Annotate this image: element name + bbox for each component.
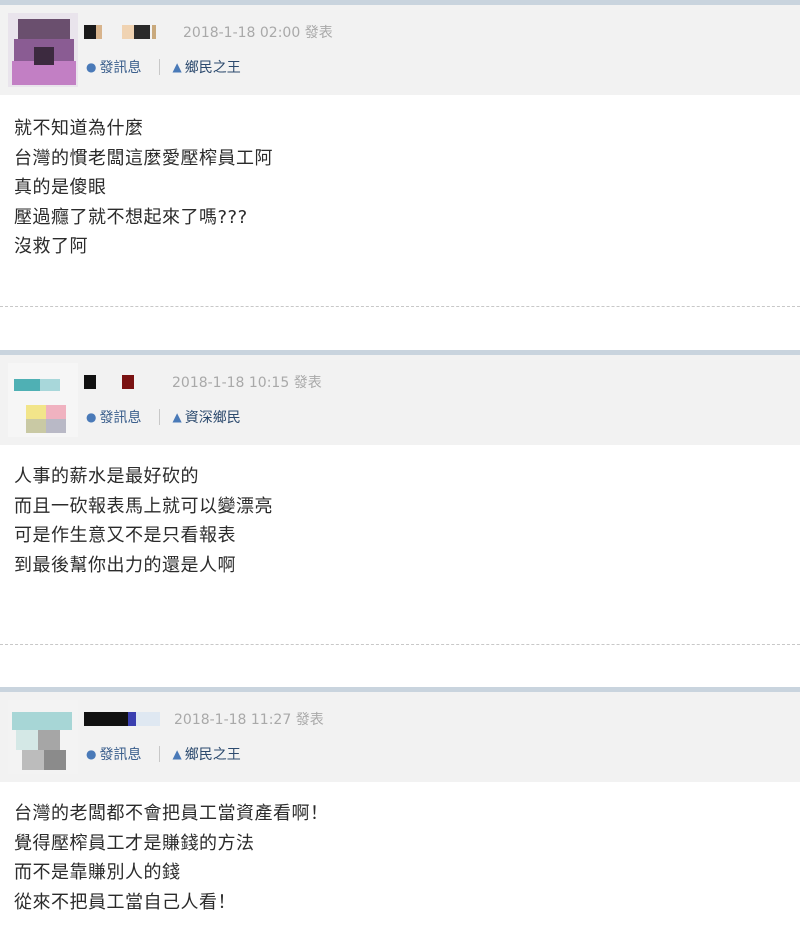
post-line: 台灣的老闆都不會把員工當資產看啊！ (14, 803, 329, 824)
post-divider (0, 644, 800, 645)
post-line: 台灣的慣老闆這麼愛壓榨員工阿 (14, 147, 273, 169)
divider (159, 59, 161, 75)
post-timestamp: 2018-1-18 02:00 發表 (183, 25, 333, 41)
avatar[interactable] (8, 700, 78, 774)
user-actions: ● 發訊息 ▲ 資深鄉民 (86, 407, 241, 427)
post-2: 2018-1-18 10:15 發表 ● 發訊息 ▲ 資深鄉民 人事的薪水是最好… (0, 350, 800, 690)
user-rank: 鄉民之王 (184, 747, 241, 763)
post-line: 人事的薪水是最好砍的 (14, 466, 199, 487)
post-line: 而不是靠賺別人的錢 (14, 862, 181, 883)
username-redacted[interactable] (84, 712, 164, 726)
avatar[interactable] (8, 13, 78, 87)
post-divider (0, 306, 800, 307)
post-line: 壓過癮了就不想起來了嗎??? (14, 206, 248, 228)
post-line: 沒救了阿 (14, 236, 88, 257)
send-message-link[interactable]: 發訊息 (99, 744, 141, 764)
post-line: 而且一砍報表馬上就可以變漂亮 (14, 495, 273, 517)
username-redacted[interactable] (84, 375, 144, 389)
send-message-link[interactable]: 發訊息 (99, 407, 141, 427)
chat-bubble-icon: ● (86, 60, 97, 74)
user-actions: ● 發訊息 ▲ 鄉民之王 (86, 57, 241, 77)
post-body: 人事的薪水是最好砍的 而且一砍報表馬上就可以變漂亮 可是作生意又不是只看報表 到… (14, 462, 273, 580)
post-timestamp: 2018-1-18 11:27 發表 (174, 712, 324, 728)
divider (159, 746, 161, 762)
user-icon: ▲ (172, 60, 182, 74)
post-header: 2018-1-18 11:27 發表 ● 發訊息 ▲ 鄉民之王 (0, 692, 800, 782)
chat-bubble-icon: ● (86, 747, 97, 761)
post-body: 就不知道為什麼 台灣的慣老闆這麼愛壓榨員工阿 真的是傻眼 壓過癮了就不想起來了嗎… (14, 114, 273, 262)
username-redacted[interactable] (84, 25, 164, 39)
post-line: 可是作生意又不是只看報表 (14, 525, 236, 546)
user-actions: ● 發訊息 ▲ 鄉民之王 (86, 744, 241, 764)
post-line: 從來不把員工當自己人看！ (14, 891, 236, 913)
post-header: 2018-1-18 10:15 發表 ● 發訊息 ▲ 資深鄉民 (0, 355, 800, 445)
user-rank: 鄉民之王 (184, 60, 241, 76)
post-timestamp: 2018-1-18 10:15 發表 (172, 375, 322, 391)
post-3: 2018-1-18 11:27 發表 ● 發訊息 ▲ 鄉民之王 台灣的老闆都不會… (0, 687, 800, 943)
post-line: 到最後幫你出力的還是人啊 (14, 554, 236, 576)
post-line: 就不知道為什麼 (14, 118, 144, 139)
post-body: 台灣的老闆都不會把員工當資產看啊！ 覺得壓榨員工才是賺錢的方法 而不是靠賺別人的… (14, 799, 329, 917)
user-icon: ▲ (172, 410, 182, 424)
post-line: 真的是傻眼 (14, 177, 107, 198)
post-header: 2018-1-18 02:00 發表 ● 發訊息 ▲ 鄉民之王 (0, 5, 800, 95)
post-1: 2018-1-18 02:00 發表 ● 發訊息 ▲ 鄉民之王 就不知道為什麼 … (0, 0, 800, 340)
post-line: 覺得壓榨員工才是賺錢的方法 (14, 832, 255, 854)
send-message-link[interactable]: 發訊息 (99, 57, 141, 77)
user-rank: 資深鄉民 (184, 410, 241, 426)
divider (159, 409, 161, 425)
avatar[interactable] (8, 363, 78, 437)
user-icon: ▲ (172, 747, 182, 761)
chat-bubble-icon: ● (86, 410, 97, 424)
